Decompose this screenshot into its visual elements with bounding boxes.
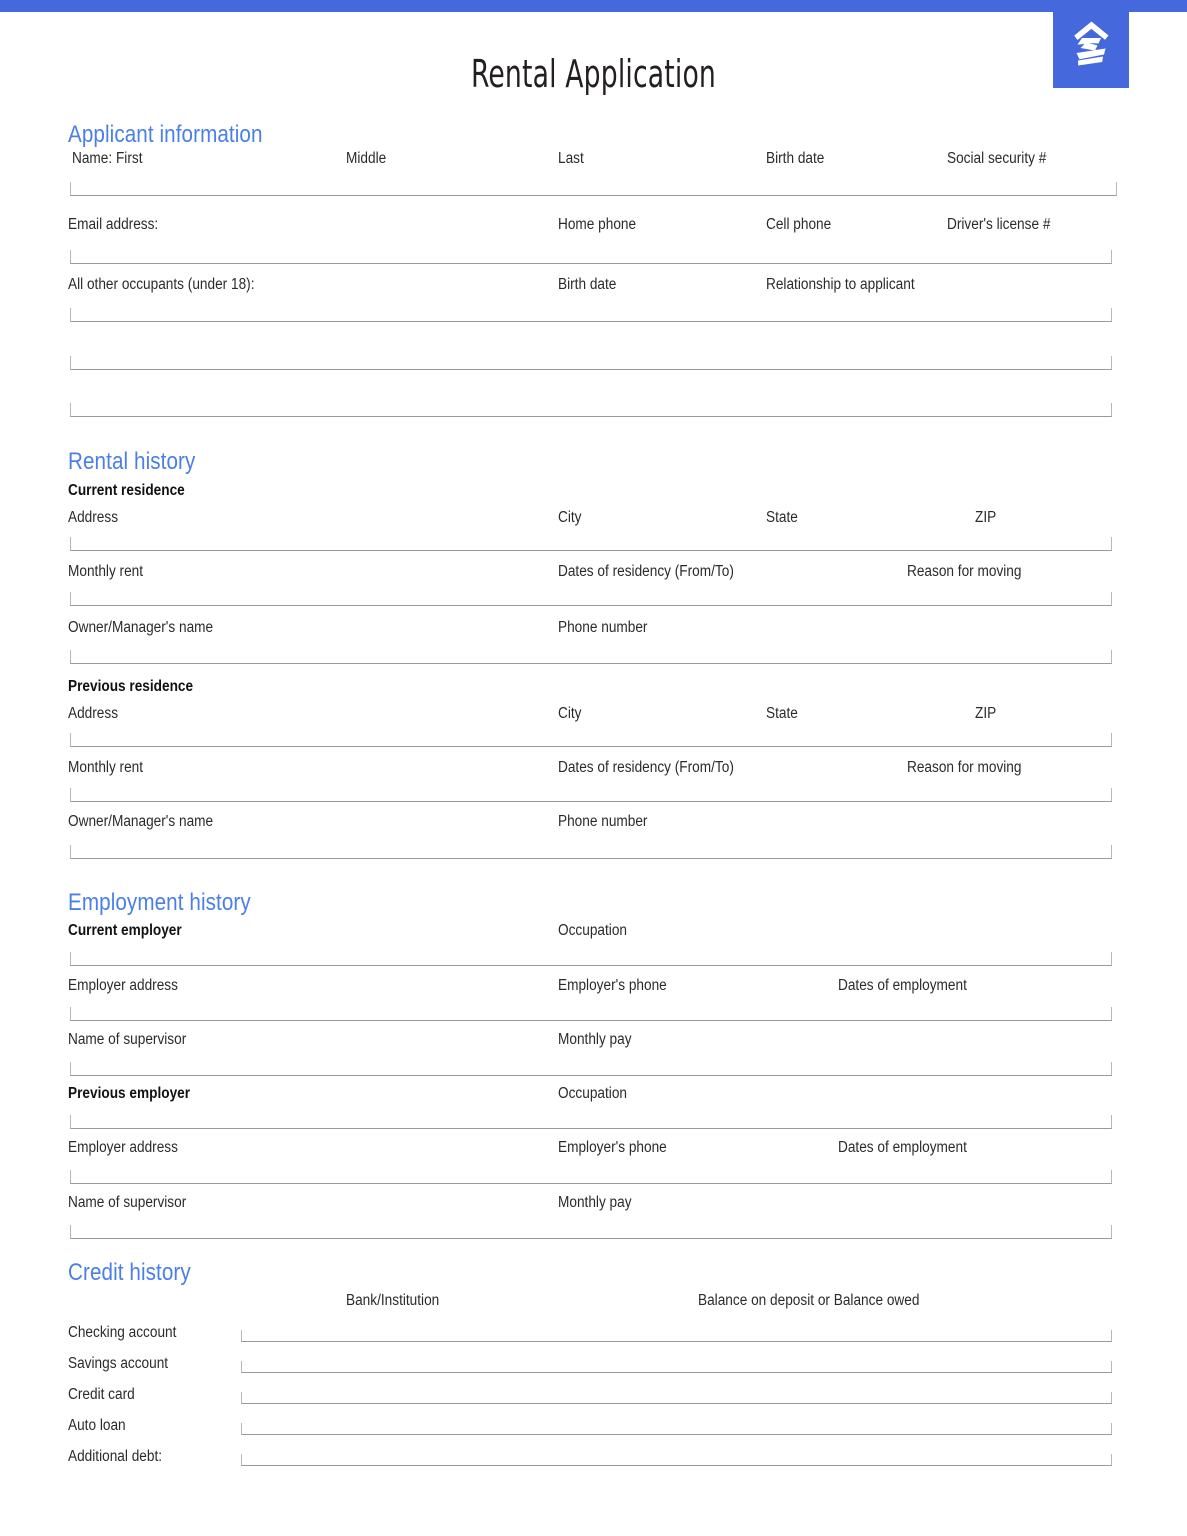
section-heading-applicant-information: Applicant information <box>68 121 263 148</box>
label-current-reason-for-moving: Reason for moving <box>907 563 1022 580</box>
label-current-city: City <box>558 509 582 526</box>
label-savings-account: Savings account <box>68 1355 169 1372</box>
input-current-owner-row[interactable] <box>70 650 1112 664</box>
label-current-dates-of-residency: Dates of residency (From/To) <box>558 563 734 580</box>
subheading-previous-employer: Previous employer <box>68 1085 191 1102</box>
label-previous-name-of-supervisor: Name of supervisor <box>68 1194 187 1211</box>
input-savings-account[interactable] <box>241 1361 1112 1373</box>
label-previous-employer-address: Employer address <box>68 1139 178 1156</box>
label-checking-account: Checking account <box>68 1324 177 1341</box>
label-current-dates-of-employment: Dates of employment <box>838 977 967 994</box>
label-occupant-birth-date: Birth date <box>558 276 617 293</box>
column-header-balance: Balance on deposit or Balance owed <box>698 1292 920 1309</box>
input-additional-debt[interactable] <box>241 1454 1112 1466</box>
label-social-security: Social security # <box>947 150 1047 167</box>
label-previous-city: City <box>558 705 582 722</box>
label-current-monthly-pay: Monthly pay <box>558 1031 632 1048</box>
input-previous-supervisor-row[interactable] <box>70 1225 1112 1239</box>
input-previous-employer-address-row[interactable] <box>70 1170 1112 1184</box>
section-heading-rental-history: Rental history <box>68 448 196 475</box>
label-relationship-to-applicant: Relationship to applicant <box>766 276 915 293</box>
label-previous-dates-of-employment: Dates of employment <box>838 1139 967 1156</box>
input-current-employer-row[interactable] <box>70 952 1112 966</box>
input-name-row[interactable] <box>70 182 1117 196</box>
input-current-supervisor-row[interactable] <box>70 1062 1112 1076</box>
input-occupant-row-3[interactable] <box>70 403 1112 417</box>
label-current-employer-phone: Employer's phone <box>558 977 667 994</box>
label-current-address: Address <box>68 509 119 526</box>
top-accent-bar <box>0 0 1187 12</box>
input-credit-card[interactable] <box>241 1392 1112 1404</box>
label-previous-state: State <box>766 705 798 722</box>
column-header-bank-institution: Bank/Institution <box>346 1292 440 1309</box>
label-name-first: Name: First <box>72 150 143 167</box>
label-credit-card: Credit card <box>68 1386 135 1403</box>
label-current-state: State <box>766 509 798 526</box>
section-heading-credit-history: Credit history <box>68 1259 191 1286</box>
label-previous-owner-manager-name: Owner/Manager's name <box>68 813 214 830</box>
label-current-phone-number: Phone number <box>558 619 648 636</box>
input-previous-address-row[interactable] <box>70 733 1112 747</box>
input-previous-employer-row[interactable] <box>70 1115 1112 1129</box>
input-contact-row[interactable] <box>70 250 1112 264</box>
input-current-rent-row[interactable] <box>70 592 1112 606</box>
label-previous-address: Address <box>68 705 119 722</box>
label-current-owner-manager-name: Owner/Manager's name <box>68 619 214 636</box>
input-checking-account[interactable] <box>241 1330 1112 1342</box>
page-title: Rental Application <box>471 52 716 96</box>
input-previous-rent-row[interactable] <box>70 788 1112 802</box>
label-current-employer-address: Employer address <box>68 977 178 994</box>
label-current-zip: ZIP <box>975 509 997 526</box>
label-previous-monthly-rent: Monthly rent <box>68 759 144 776</box>
section-heading-employment-history: Employment history <box>68 889 251 916</box>
label-birth-date: Birth date <box>766 150 825 167</box>
input-auto-loan[interactable] <box>241 1423 1112 1435</box>
label-name-last: Last <box>558 150 584 167</box>
rental-application-page: Rental Application Applicant information… <box>0 0 1187 1536</box>
zillow-logo <box>1053 0 1129 88</box>
subheading-current-employer: Current employer <box>68 922 182 939</box>
input-current-address-row[interactable] <box>70 537 1112 551</box>
label-home-phone: Home phone <box>558 216 637 233</box>
label-all-other-occupants: All other occupants (under 18): <box>68 276 255 293</box>
subheading-previous-residence: Previous residence <box>68 678 194 695</box>
input-previous-owner-row[interactable] <box>70 845 1112 859</box>
label-previous-occupation: Occupation <box>558 1085 628 1102</box>
label-email-address: Email address: <box>68 216 159 233</box>
label-previous-zip: ZIP <box>975 705 997 722</box>
label-name-middle: Middle <box>346 150 387 167</box>
input-current-employer-address-row[interactable] <box>70 1007 1112 1021</box>
label-cell-phone: Cell phone <box>766 216 832 233</box>
label-previous-employer-phone: Employer's phone <box>558 1139 667 1156</box>
label-previous-phone-number: Phone number <box>558 813 648 830</box>
label-additional-debt: Additional debt: <box>68 1448 163 1465</box>
label-auto-loan: Auto loan <box>68 1417 126 1434</box>
label-current-monthly-rent: Monthly rent <box>68 563 144 580</box>
label-previous-reason-for-moving: Reason for moving <box>907 759 1022 776</box>
input-occupant-row-1[interactable] <box>70 308 1112 322</box>
label-drivers-license: Driver's license # <box>947 216 1051 233</box>
label-current-name-of-supervisor: Name of supervisor <box>68 1031 187 1048</box>
input-occupant-row-2[interactable] <box>70 356 1112 370</box>
label-previous-monthly-pay: Monthly pay <box>558 1194 632 1211</box>
subheading-current-residence: Current residence <box>68 482 185 499</box>
label-current-occupation: Occupation <box>558 922 628 939</box>
label-previous-dates-of-residency: Dates of residency (From/To) <box>558 759 734 776</box>
